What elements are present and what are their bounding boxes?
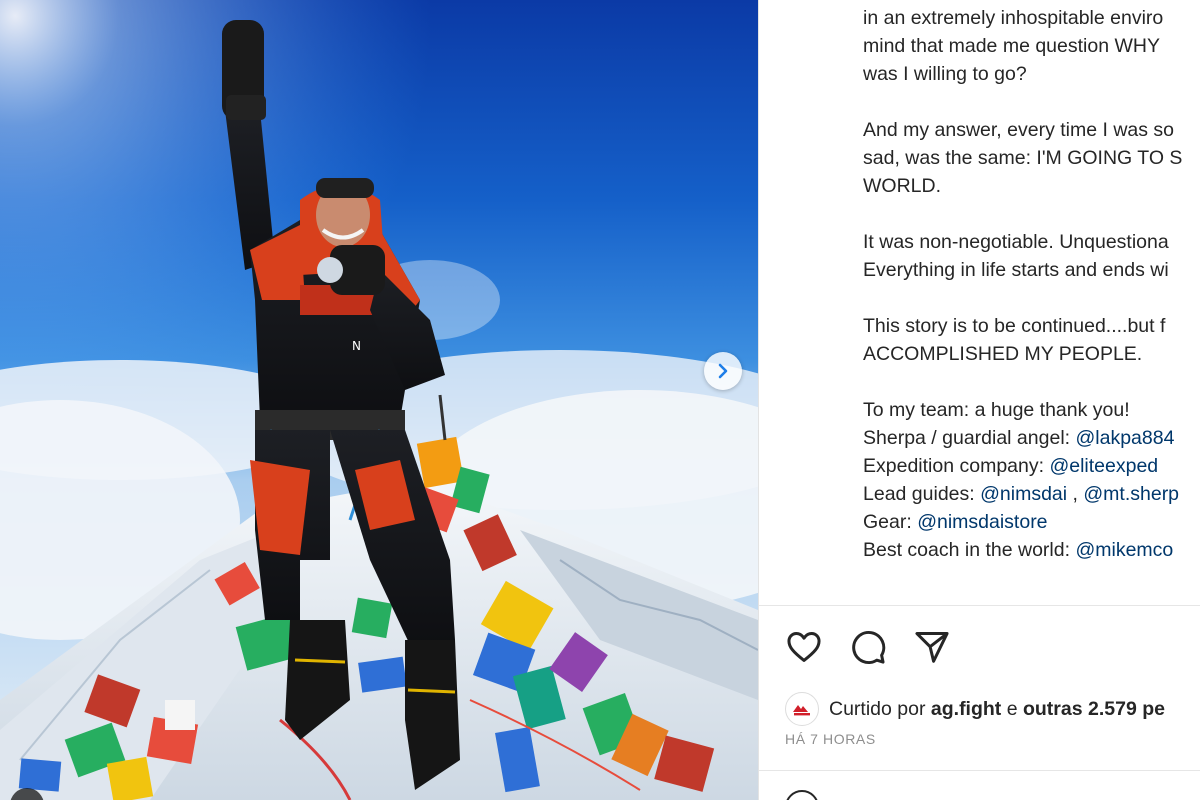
post-details-panel: in an extremely inhospitable enviro mind…: [759, 0, 1200, 800]
caption-line: mind that made me question WHY: [863, 35, 1160, 57]
comment-icon[interactable]: [849, 628, 887, 666]
mention-link[interactable]: @nimsdai: [980, 483, 1067, 505]
heart-icon[interactable]: [785, 628, 823, 666]
next-photo-button[interactable]: [704, 352, 742, 390]
caption-line: [863, 284, 1200, 312]
mention-link[interactable]: @lakpa884: [1075, 427, 1174, 449]
credit-label: Best coach in the world:: [863, 539, 1076, 561]
credit-coach: Best coach in the world: @mikemco: [863, 536, 1200, 564]
credit-label: Gear:: [863, 511, 918, 533]
credit-gear: Gear: @nimsdaistore: [863, 508, 1200, 536]
likes-middle: e: [1001, 697, 1023, 720]
summit-photo: N: [0, 0, 758, 800]
credit-sherpa: Sherpa / guardial angel: @lakpa884: [863, 424, 1200, 452]
mention-link[interactable]: @eliteexped: [1049, 455, 1158, 477]
section-divider: [759, 770, 1200, 771]
caption-line: [863, 368, 1200, 396]
post-timestamp[interactable]: HÁ 7 HORAS: [785, 731, 876, 747]
credit-label: Lead guides:: [863, 483, 981, 505]
caption-line: It was non-negotiable. Unquestiona: [863, 231, 1169, 253]
liker-username[interactable]: ag.fight: [931, 698, 1001, 721]
post-photo[interactable]: N: [0, 0, 758, 800]
credit-guides: Lead guides: @nimsdai , @mt.sherp: [863, 480, 1200, 508]
mention-link[interactable]: @nimsdaistore: [917, 511, 1047, 533]
mention-link[interactable]: @mikemco: [1075, 539, 1173, 561]
caption-line: And my answer, every time I was so: [863, 119, 1175, 141]
mention-separator: ,: [1067, 483, 1084, 505]
avatar[interactable]: [785, 692, 819, 726]
section-divider: [759, 605, 1200, 606]
mention-link[interactable]: @mt.sherp: [1083, 483, 1179, 505]
emoji-icon[interactable]: [785, 790, 819, 800]
post-caption: in an extremely inhospitable enviro mind…: [863, 4, 1200, 564]
paper-plane-icon[interactable]: [913, 628, 951, 666]
caption-line: was I willing to go?: [863, 63, 1027, 85]
caption-line: WORLD.: [863, 175, 941, 197]
caption-line: in an extremely inhospitable enviro: [863, 7, 1164, 29]
caption-line: This story is to be continued....but f: [863, 315, 1166, 337]
post-actions: [785, 628, 951, 666]
caption-line: sad, was the same: I'M GOING TO S: [863, 147, 1183, 169]
credit-label: Sherpa / guardial angel:: [863, 427, 1076, 449]
ag-fight-logo-icon: [793, 705, 810, 716]
likes-summary: Curtido por ag.fight e outras 2.579 pe: [785, 692, 1165, 726]
caption-line: Everything in life starts and ends wi: [863, 259, 1169, 281]
svg-text:N: N: [352, 339, 361, 353]
likes-prefix: Curtido por: [829, 697, 931, 720]
credit-label: Expedition company:: [863, 455, 1050, 477]
caption-line: [863, 200, 1200, 228]
caption-line: To my team: a huge thank you!: [863, 399, 1130, 421]
credit-expedition: Expedition company: @eliteexped: [863, 452, 1200, 480]
likes-others-link[interactable]: outras 2.579 pe: [1023, 698, 1165, 721]
caption-line: [863, 88, 1200, 116]
chevron-right-icon: [718, 363, 728, 379]
caption-line: ACCOMPLISHED MY PEOPLE.: [863, 343, 1143, 365]
